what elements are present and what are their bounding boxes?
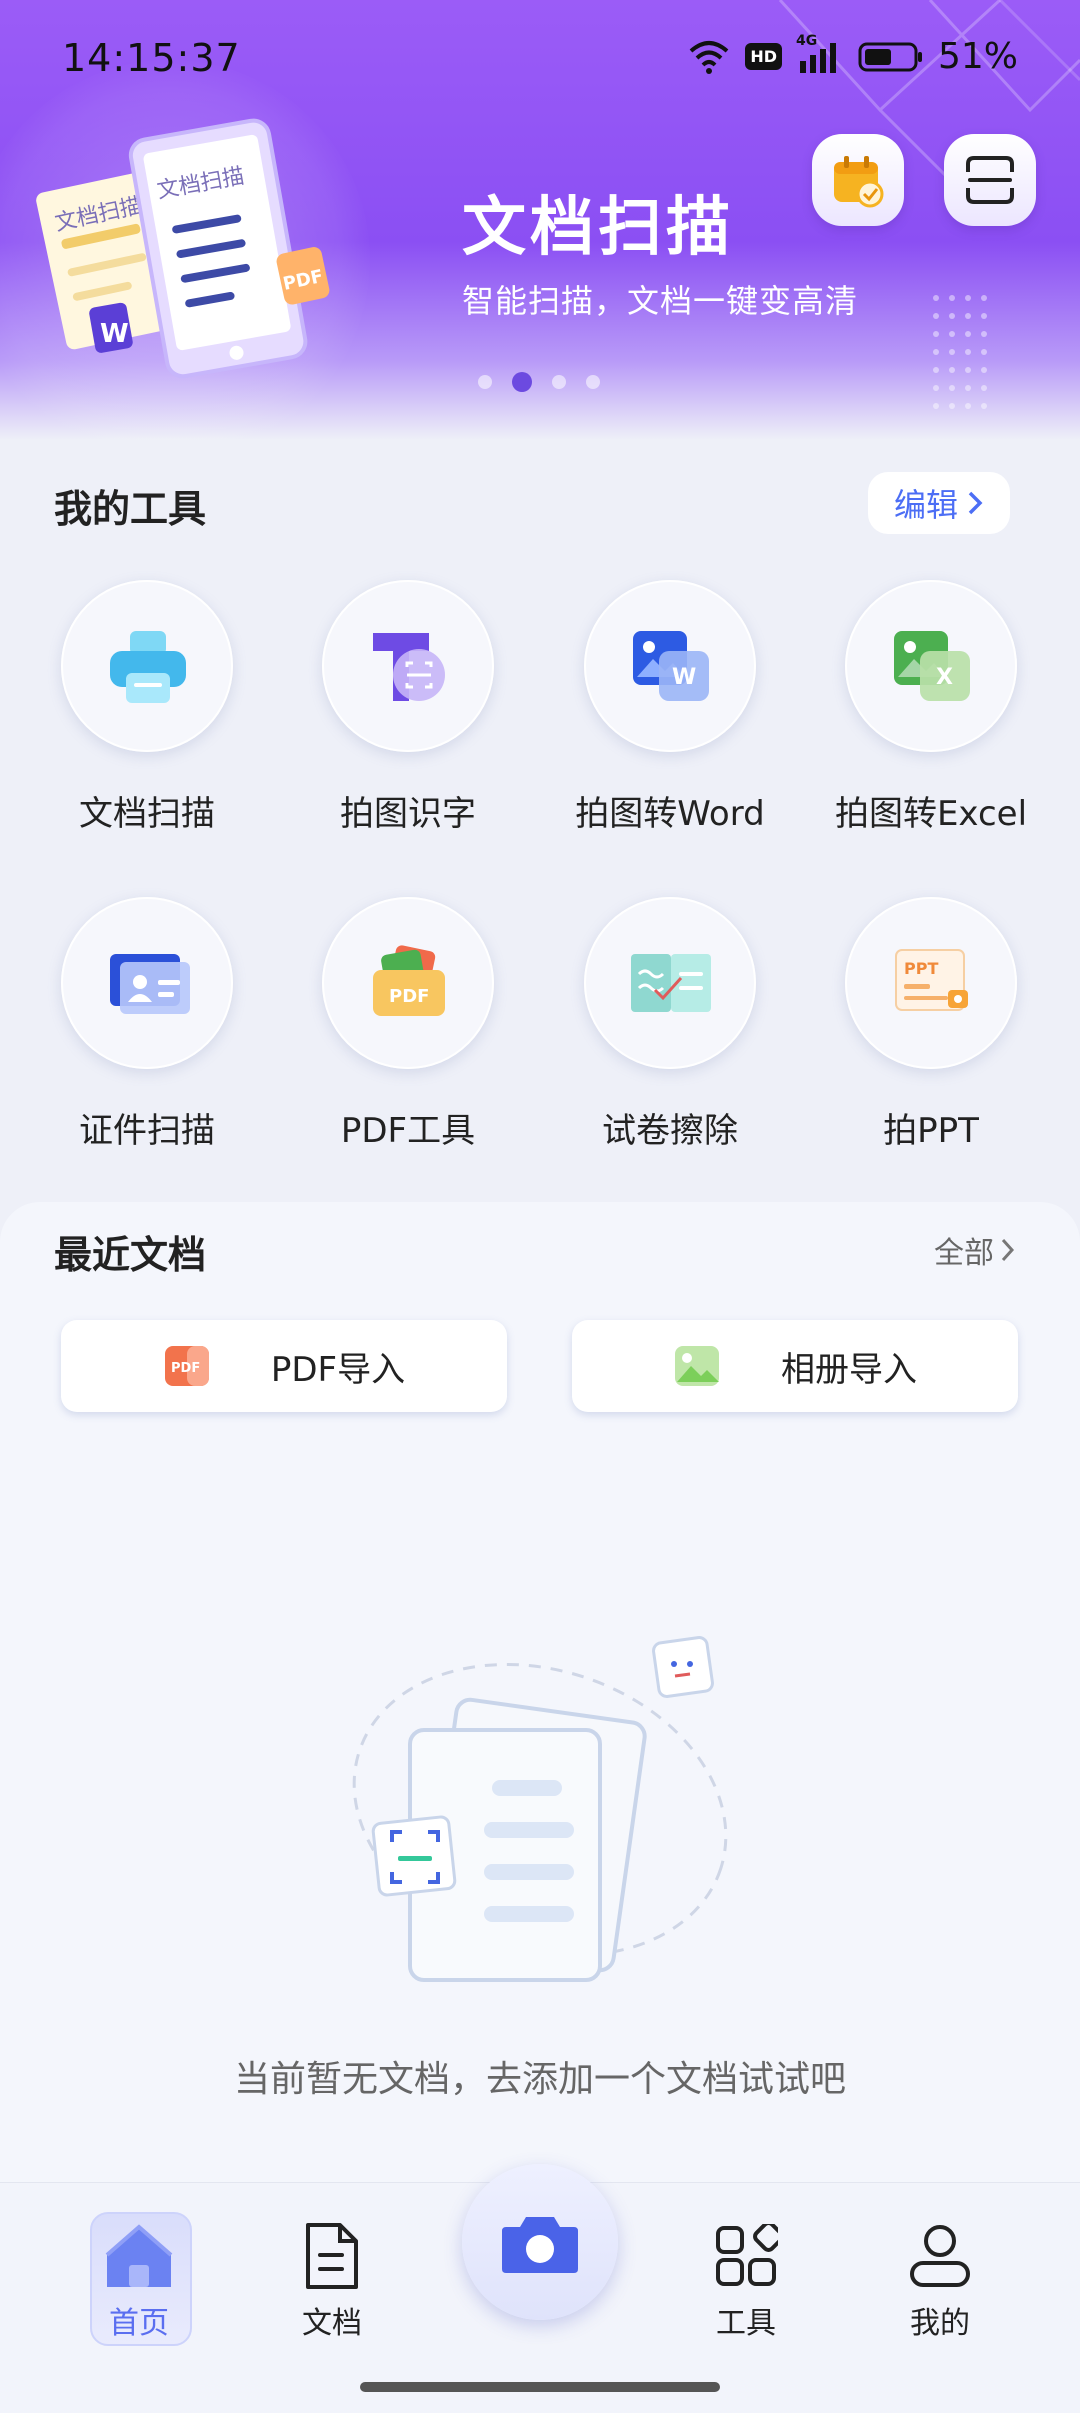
tool-label: 证件扫描 [79,1111,215,1151]
nav-mine-label: 我的 [910,2306,970,2341]
my-tools-title: 我的工具 [54,487,207,531]
status-icons: HD 4G 51% [687,33,1018,77]
ppt-icon-text: PPT [904,959,938,978]
pdf-tools-icon: PDF [373,945,445,1016]
tool-label: 试卷擦除 [602,1111,738,1151]
pdf-import-icon-text: PDF [171,1361,200,1376]
excel-convert-icon: X [894,631,970,701]
tool-icon-wrap: W [584,580,756,752]
id-card-icon [110,954,190,1014]
tool-icon-wrap: X [845,580,1017,752]
scan-button[interactable] [944,134,1036,226]
tool-label: 拍PPT [883,1111,979,1151]
hd-badge: HD [745,43,782,70]
battery-icon [858,42,922,71]
user-icon [910,2225,970,2287]
pdf-icon-text: PDF [389,986,429,1007]
tool-exam-erase[interactable]: 试卷擦除 [550,897,790,1152]
banner-dot[interactable] [586,375,600,389]
banner-illustration: 文档扫描 文档扫描 W PDF [36,118,330,379]
tool-icon-wrap [322,580,494,752]
tool-photo-ppt[interactable]: PPT 拍PPT [811,897,1051,1152]
document-icon [306,2223,358,2289]
tool-id-scan[interactable]: 证件扫描 [27,897,267,1152]
ppt-icon: PPT [895,949,968,1011]
nav-home-label: 首页 [109,2306,169,2341]
text-recognition-icon [373,633,445,701]
status-bar: 14:15:37 HD 4G 51% [0,0,1080,120]
nav-docs-label: 文档 [302,2306,362,2341]
exam-erase-icon [631,954,711,1012]
calendar-check-icon [834,156,884,208]
tool-label: 拍图识字 [340,794,476,834]
banner-dot[interactable] [552,375,566,389]
tool-photo-to-excel[interactable]: X 拍图转Excel [811,580,1051,835]
illustration-word-badge: W [100,319,129,349]
calendar-button[interactable] [812,134,904,226]
banner-subtitle: 智能扫描，文档一键变高清 [462,282,859,320]
pdf-import-button[interactable]: PDF PDF导入 [61,1320,507,1412]
image-icon [675,1346,719,1386]
chevron-right-icon [968,491,983,515]
tool-text-recognition[interactable]: 拍图识字 [288,580,528,835]
tool-label: 拍图转Excel [834,794,1028,834]
album-import-button[interactable]: 相册导入 [572,1320,1018,1412]
chevron-right-icon [1001,1238,1015,1262]
apps-icon [716,2224,778,2286]
edit-tools-button[interactable]: 编辑 [868,472,1010,534]
empty-docs-text: 当前暂无文档，去添加一个文档试试吧 [233,2059,846,2100]
home-icon [105,2224,173,2287]
pdf-import-label: PDF导入 [270,1349,406,1390]
pdf-file-icon: PDF [164,1346,209,1386]
wifi-icon [689,40,729,74]
home-indicator[interactable] [360,2382,720,2392]
album-import-label: 相册导入 [781,1349,917,1390]
tool-doc-scan[interactable]: 文档扫描 [27,580,267,835]
tool-label: 拍图转Word [575,794,765,834]
svg-text:X: X [936,665,953,690]
empty-docs-illustration [352,1636,728,1982]
nav-docs[interactable]: 文档 [272,2214,392,2342]
signal-icon: 4G [796,33,844,75]
edit-label: 编辑 [893,486,958,524]
tool-pdf-tools[interactable]: PDF PDF工具 [288,897,528,1152]
tool-label: 文档扫描 [79,794,215,834]
status-time: 14:15:37 [62,36,241,80]
view-all-link[interactable]: 全部 [934,1228,1016,1272]
view-all-label: 全部 [934,1236,994,1271]
scan-frame-icon [966,156,1014,204]
nav-tools-label: 工具 [716,2306,776,2341]
tool-photo-to-word[interactable]: W 拍图转Word [550,580,790,835]
tool-label: PDF工具 [340,1111,476,1151]
tool-icon-wrap [61,897,233,1069]
recent-docs-title: 最近文档 [54,1233,207,1277]
nav-mine[interactable]: 我的 [880,2214,1000,2342]
banner-title: 文档扫描 [462,191,734,265]
nav-home[interactable]: 首页 [79,2214,199,2342]
tool-icon-wrap [584,897,756,1069]
tool-icon-wrap: PPT [845,897,1017,1069]
svg-text:W: W [672,665,696,690]
banner-dot-pattern [933,295,987,409]
battery-percent: 51% [937,36,1018,77]
tool-icon-wrap: PDF [322,897,494,1069]
banner-pagination [478,372,600,392]
tool-icon-wrap [61,580,233,752]
camera-button[interactable] [462,2164,618,2320]
nav-tools[interactable]: 工具 [686,2214,806,2342]
banner-dot-active[interactable] [512,372,532,392]
printer-icon [110,631,186,703]
camera-icon [502,2217,578,2273]
word-convert-icon: W [633,631,709,701]
banner-dot[interactable] [478,375,492,389]
